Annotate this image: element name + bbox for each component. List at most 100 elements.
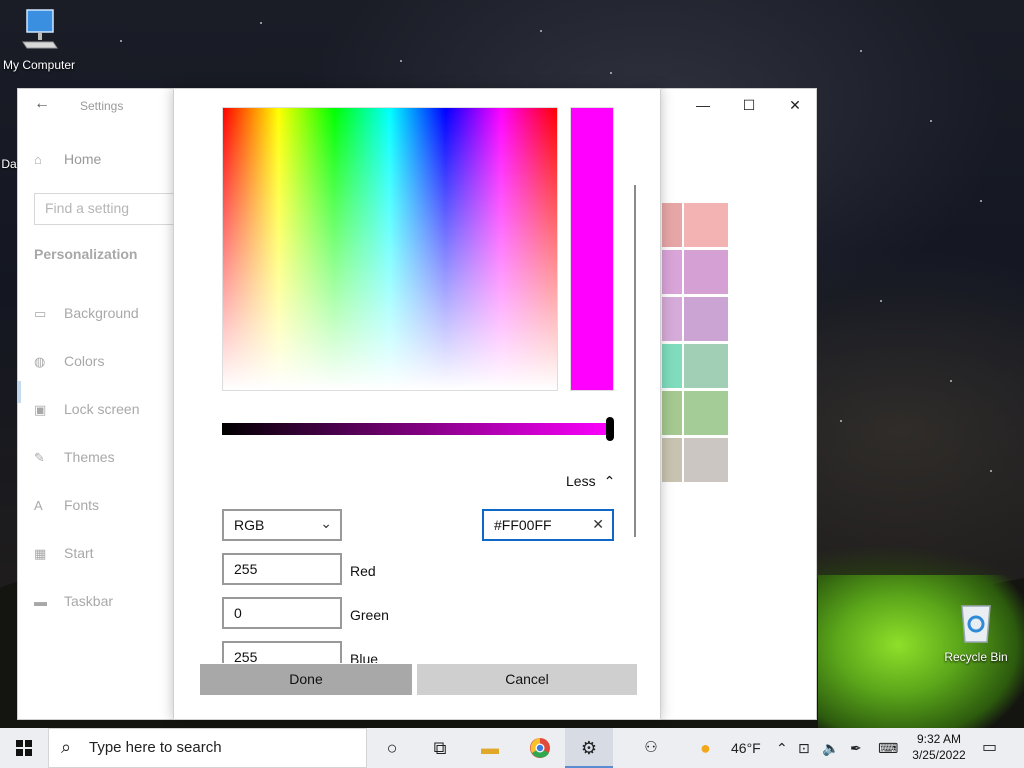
color-preview [570, 107, 614, 391]
sidebar-item-background[interactable]: ▭ Background [34, 305, 139, 322]
green-label: Green [350, 607, 389, 623]
nav-home-label: Home [64, 151, 102, 167]
search-placeholder: Find a setting [45, 200, 130, 216]
nav-section-title: Personalization [34, 246, 138, 262]
blue-value: 255 [234, 649, 258, 663]
task-view-icon[interactable]: ⧉ [416, 728, 464, 768]
fonts-icon: A [34, 498, 43, 513]
windows-logo-icon [16, 740, 32, 756]
sidebar-item-label: Fonts [64, 497, 100, 513]
hex-value: #FF00FF [494, 517, 552, 533]
color-swatch[interactable] [662, 250, 682, 294]
color-mode-value: RGB [234, 517, 265, 533]
desktop-icon-label: My Computer [2, 58, 76, 72]
keyboard-icon[interactable]: ⌨ [878, 728, 898, 768]
show-hidden-icons-icon[interactable]: ⌃ [776, 728, 788, 768]
less-label: Less [566, 473, 596, 489]
weather-icon[interactable]: ● [700, 728, 724, 768]
network-icon[interactable]: ⊡ [798, 728, 810, 768]
green-input[interactable]: 0 [222, 597, 342, 629]
clock-date: 3/25/2022 [912, 748, 966, 762]
less-toggle[interactable]: Less ⌃ [566, 473, 615, 490]
lock-screen-icon: ▣ [34, 402, 47, 417]
home-icon: ⌂ [34, 152, 42, 167]
sidebar-item-fonts[interactable]: A Fonts [34, 497, 99, 513]
nav-home[interactable]: ⌂ Home [34, 151, 101, 167]
blue-input[interactable]: 255 [222, 641, 342, 663]
maximize-button[interactable]: ☐ [726, 93, 772, 117]
hex-input[interactable]: #FF00FF ✕ [482, 509, 614, 541]
pen-icon[interactable]: ✒ [850, 728, 862, 768]
custom-color-dialog: Less ⌃ RGB ⌄ #FF00FF ✕ 255 Red 0 Green 25… [173, 88, 661, 720]
sidebar-item-taskbar[interactable]: ▬ Taskbar [34, 593, 113, 609]
color-spectrum[interactable] [222, 107, 558, 391]
palette-icon: ◍ [34, 354, 46, 369]
red-label: Red [350, 563, 376, 579]
color-swatch[interactable] [662, 438, 682, 482]
close-button[interactable]: ✕ [772, 93, 818, 117]
window-title: Settings [80, 99, 124, 113]
notifications-icon[interactable]: ▭ [982, 728, 997, 768]
taskbar-search-placeholder: Type here to search [89, 739, 222, 756]
sidebar-item-label: Taskbar [64, 593, 114, 609]
sidebar-item-colors[interactable]: ◍ Colors [34, 353, 104, 370]
start-button[interactable] [0, 728, 48, 768]
color-swatch[interactable] [684, 438, 728, 482]
themes-icon: ✎ [34, 450, 45, 465]
sidebar-item-label: Start [64, 545, 94, 561]
desktop-icon-partial[interactable]: Da [0, 157, 18, 171]
recycle-bin-icon [940, 600, 1012, 647]
color-swatch[interactable] [684, 250, 728, 294]
desktop-icon-recycle-bin[interactable]: Recycle Bin [940, 600, 1012, 664]
settings-taskbar-icon[interactable]: ⚙ [565, 728, 613, 768]
color-swatch[interactable] [662, 203, 682, 247]
sidebar-item-lock-screen[interactable]: ▣ Lock screen [34, 401, 139, 418]
desktop-icon-label: Recycle Bin [944, 650, 1008, 664]
color-swatch[interactable] [684, 391, 728, 435]
computer-icon [0, 8, 78, 55]
sidebar-item-start[interactable]: ▦ Start [34, 545, 94, 562]
chevron-down-icon: ⌄ [320, 515, 332, 531]
sidebar-item-label: Background [64, 305, 139, 321]
back-icon[interactable]: ← [34, 95, 54, 115]
cortana-icon[interactable]: ○ [368, 728, 416, 768]
minimize-button[interactable]: — [680, 93, 726, 117]
color-swatch[interactable] [662, 344, 682, 388]
color-swatch[interactable] [662, 297, 682, 341]
taskbar-icon: ▬ [34, 594, 47, 609]
scrollbar[interactable] [634, 185, 636, 537]
clear-icon[interactable]: ✕ [592, 516, 604, 533]
green-value: 0 [234, 605, 242, 621]
search-icon: ⌕ [61, 737, 72, 757]
color-swatch[interactable] [684, 344, 728, 388]
find-setting-input[interactable]: Find a setting [34, 193, 184, 225]
cancel-button[interactable]: Cancel [417, 664, 637, 695]
taskbar: ⌕ Type here to search ○ ⧉ ▬ ⚙ ⚇ ● 46°F ⌃… [0, 728, 1024, 768]
chevron-up-icon: ⌃ [603, 473, 616, 489]
sidebar-item-label: Lock screen [64, 401, 140, 417]
volume-icon[interactable]: 🔈 [822, 728, 839, 768]
red-value: 255 [234, 561, 258, 577]
file-explorer-icon[interactable]: ▬ [466, 728, 514, 768]
color-swatch[interactable] [684, 203, 728, 247]
weather-temp[interactable]: 46°F [731, 728, 761, 768]
value-slider-track[interactable] [222, 423, 612, 435]
color-swatch[interactable] [662, 391, 682, 435]
done-button[interactable]: Done [200, 664, 412, 695]
taskbar-search-box[interactable]: ⌕ Type here to search [48, 728, 367, 768]
people-icon[interactable]: ⚇ [627, 728, 675, 768]
sidebar-item-label: Colors [64, 353, 105, 369]
chrome-icon[interactable] [516, 728, 564, 768]
sidebar-item-themes[interactable]: ✎ Themes [34, 449, 115, 466]
clock[interactable]: 9:32 AM 3/25/2022 [908, 731, 970, 763]
start-icon: ▦ [34, 546, 47, 561]
red-input[interactable]: 255 [222, 553, 342, 585]
settings-nav: ⌂ Home Find a setting Personalization ▭ Ba… [18, 119, 184, 719]
clock-time: 9:32 AM [916, 732, 962, 746]
color-mode-select[interactable]: RGB ⌄ [222, 509, 342, 541]
color-swatch[interactable] [684, 297, 728, 341]
desktop-icon-my-computer[interactable]: My Computer [0, 8, 78, 72]
value-slider-thumb[interactable] [606, 417, 614, 441]
nav-selected-indicator [18, 381, 21, 403]
desktop-icon-label: Da [1, 157, 17, 171]
